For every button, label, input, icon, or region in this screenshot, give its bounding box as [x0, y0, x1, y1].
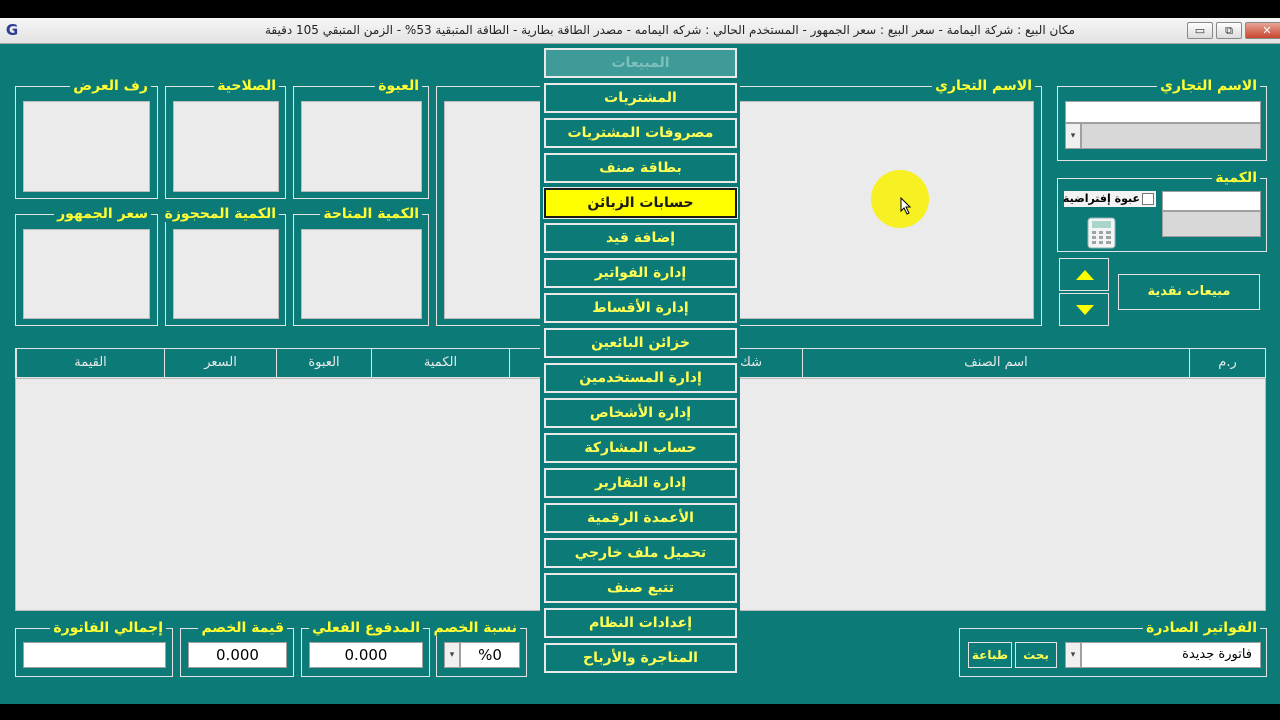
menu-item-sales: المبيعات — [544, 48, 737, 78]
expiry-label: الصلاحية — [214, 78, 279, 94]
display-edge-label: رف العرض — [70, 78, 151, 94]
quantity-group: الكمية عبوة إفتراضية — [1057, 170, 1267, 252]
menu-item-user-management[interactable]: إدارة المستخدمين — [544, 363, 737, 393]
discount-rate-dropdown-button[interactable]: ▾ — [444, 642, 460, 668]
actual-paid-group: المدفوع الفعلي 0.000 — [301, 620, 430, 677]
minimize-button[interactable]: ▭ — [1187, 22, 1213, 39]
up-arrow-button[interactable] — [1059, 258, 1109, 291]
reserved-qty-field — [173, 229, 279, 319]
quantity-input[interactable] — [1162, 191, 1261, 211]
menu-item-seller-safes[interactable]: خزائن البائعين — [544, 328, 737, 358]
trade-name-input[interactable] — [1065, 101, 1261, 123]
grid-col-value[interactable]: القيمة — [16, 349, 164, 377]
reserved-qty-group: الكمية المحجوزة — [161, 206, 286, 326]
calculator-icon[interactable] — [1085, 217, 1118, 249]
close-button[interactable]: ✕ — [1245, 22, 1280, 39]
issued-invoices-group: الفواتير الصادرة فاتورة جديدة ▾ بحث طباع… — [959, 620, 1267, 677]
discount-rate-group: نسبة الخصم ▾ %0 — [430, 620, 527, 677]
menu-item-item-card[interactable]: بطاقة صنف — [544, 153, 737, 183]
menu-item-invoice-management[interactable]: إدارة الفواتير — [544, 258, 737, 288]
menu-item-load-external-file[interactable]: تحميل ملف خارجي — [544, 538, 737, 568]
grid-col-package[interactable]: العبوة — [276, 349, 371, 377]
app-logo-icon: G — [5, 21, 19, 39]
reserved-qty-label: الكمية المحجوزة — [161, 206, 279, 222]
invoice-total-group: إجمالي الفاتورة — [15, 620, 173, 677]
trade-name-combo[interactable] — [1081, 123, 1261, 149]
menu-item-system-settings[interactable]: إعدادات النظام — [544, 608, 737, 638]
package-field — [301, 101, 422, 192]
quantity-combo[interactable] — [1162, 211, 1261, 237]
available-qty-field — [301, 229, 422, 319]
default-package-checkbox[interactable] — [1142, 193, 1154, 205]
grid-col-quantity[interactable]: الكمية — [371, 349, 509, 377]
package-group: العبوة — [293, 78, 429, 199]
default-package-row[interactable]: عبوة إفتراضية — [1062, 191, 1156, 207]
available-qty-group: الكمية المتاحة — [293, 206, 429, 326]
cash-sales-button[interactable]: مبيعات نقدية — [1118, 274, 1260, 310]
menu-item-purchases[interactable]: المشتريات — [544, 83, 737, 113]
package-label: العبوة — [375, 78, 422, 94]
menu-item-track-item[interactable]: تتبع صنف — [544, 573, 737, 603]
arrow-up-icon — [1076, 270, 1094, 280]
trade-name-entry-group: الاسم التجاري ▾ — [1057, 78, 1267, 161]
main-menu: المبيعات المشتريات مصروفات المشتريات بطا… — [540, 44, 740, 676]
public-price-field — [23, 229, 150, 319]
public-price-label: سعر الجمهور — [54, 206, 151, 222]
discount-value-group: قيمة الخصم 0.000 — [180, 620, 294, 677]
cursor-icon — [900, 196, 912, 215]
window-title: مكان البيع : شركة اليمامة - سعر البيع : … — [264, 23, 1075, 37]
invoice-total-label: إجمالي الفاتورة — [50, 620, 166, 636]
arrow-down-icon — [1076, 305, 1094, 315]
default-package-label: عبوة إفتراضية — [1062, 192, 1140, 205]
menu-item-customer-accounts[interactable]: حسابات الزبائن — [543, 187, 738, 219]
quantity-label: الكمية — [1212, 170, 1260, 186]
invoice-total-field — [23, 642, 166, 668]
display-edge-group: رف العرض — [15, 78, 158, 199]
title-bar: G مكان البيع : شركة اليمامة - سعر البيع … — [0, 18, 1280, 44]
available-qty-label: الكمية المتاحة — [320, 206, 422, 222]
discount-value-field[interactable]: 0.000 — [188, 642, 287, 668]
menu-item-installments-management[interactable]: إدارة الأقساط — [544, 293, 737, 323]
grid-col-price[interactable]: السعر — [164, 349, 276, 377]
issued-invoices-dropdown-button[interactable]: ▾ — [1065, 642, 1081, 668]
trade-name-entry-label: الاسم التجاري — [1157, 78, 1260, 94]
menu-item-purchase-expenses[interactable]: مصروفات المشتريات — [544, 118, 737, 148]
actual-paid-field[interactable]: 0.000 — [309, 642, 423, 668]
discount-rate-field[interactable]: %0 — [460, 642, 520, 668]
public-price-group: سعر الجمهور — [15, 206, 158, 326]
grid-col-item-name[interactable]: اسم الصنف — [802, 349, 1189, 377]
expiry-group: الصلاحية — [165, 78, 286, 199]
menu-item-people-management[interactable]: إدارة الأشخاص — [544, 398, 737, 428]
trade-name-display-label: الاسم التجاري — [932, 78, 1035, 94]
grid-col-row-number[interactable]: ر.م — [1189, 349, 1265, 377]
menu-item-trading-and-profits[interactable]: المتاجرة والأرباح — [544, 643, 737, 673]
trade-name-dropdown-button[interactable]: ▾ — [1065, 123, 1081, 149]
print-button[interactable]: طباعة — [968, 642, 1012, 668]
menu-item-numeric-columns[interactable]: الأعمدة الرقمية — [544, 503, 737, 533]
down-arrow-button[interactable] — [1059, 293, 1109, 326]
menu-item-reports-management[interactable]: إدارة التقارير — [544, 468, 737, 498]
actual-paid-label: المدفوع الفعلي — [309, 620, 423, 636]
issued-invoices-combo[interactable]: فاتورة جديدة — [1081, 642, 1261, 668]
issued-invoices-label: الفواتير الصادرة — [1143, 620, 1260, 636]
display-edge-field — [23, 101, 150, 192]
search-button[interactable]: بحث — [1015, 642, 1057, 668]
restore-button[interactable]: ⧉ — [1216, 22, 1242, 39]
menu-item-partnership-account[interactable]: حساب المشاركة — [544, 433, 737, 463]
discount-rate-label: نسبة الخصم — [430, 620, 520, 636]
menu-item-add-entry[interactable]: إضافة قيد — [544, 223, 737, 253]
discount-value-label: قيمة الخصم — [198, 620, 287, 636]
expiry-field — [173, 101, 279, 192]
